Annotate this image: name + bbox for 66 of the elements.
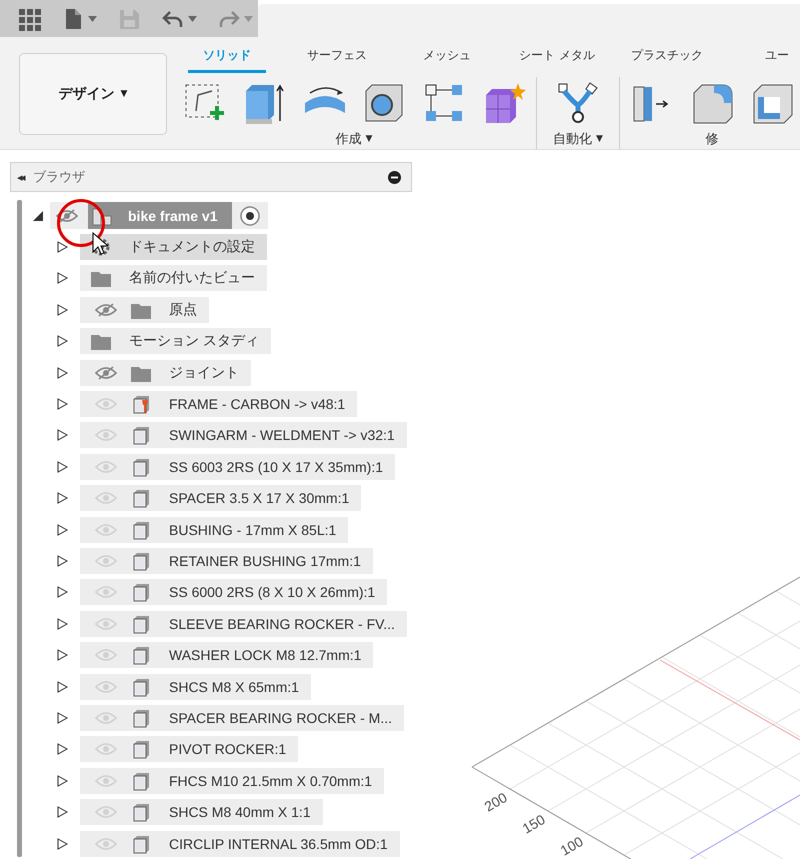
browser-node[interactable]: モーション スタディ <box>80 328 271 354</box>
tool-group-menu[interactable]: 作成 ▼ <box>330 128 378 149</box>
browser-node[interactable]: CIRCLIP INTERNAL 36.5mm OD:1 <box>80 830 400 856</box>
browser-node[interactable]: ジョイント <box>80 360 251 386</box>
collapsed-arrow-icon[interactable] <box>56 398 68 410</box>
collapsed-arrow-icon[interactable] <box>56 460 68 473</box>
browser-node[interactable]: SS 6000 2RS (8 X 10 X 26mm):1 <box>80 579 388 606</box>
workspace-dropdown[interactable]: デザイン ▼ <box>19 53 167 135</box>
ribbon-tab[interactable]: メッシュ <box>392 46 502 73</box>
collapsed-arrow-icon[interactable] <box>56 492 68 504</box>
automation-tool[interactable] <box>556 80 600 125</box>
browser-node[interactable]: SWINGARM - WELDMENT -> v32:1 <box>80 422 407 448</box>
browser-node[interactable]: SPACER BEARING ROCKER - M... <box>80 704 404 731</box>
browser-node[interactable]: WASHER LOCK M8 12.7mm:1 <box>80 642 374 668</box>
browser-node[interactable]: FHCS M10 21.5mm X 0.70mm:1 <box>80 768 384 794</box>
browser-node[interactable]: SPACER 3.5 X 17 X 30mm:1 <box>80 485 362 512</box>
hidden-eye-icon[interactable] <box>94 302 118 317</box>
assembly-icon <box>92 206 114 226</box>
minimize-icon[interactable] <box>388 170 401 184</box>
ribbon-tab[interactable]: ユー <box>722 46 800 73</box>
collapsed-arrow-icon[interactable] <box>56 712 68 724</box>
browser-node[interactable]: SHCS M8 X 65mm:1 <box>80 674 311 700</box>
browser-node[interactable]: SS 6003 2RS (10 X 17 X 35mm):1 <box>80 454 395 480</box>
browser-node[interactable]: PIVOT ROCKER:1 <box>80 736 298 762</box>
collapsed-arrow-icon[interactable] <box>56 838 68 850</box>
collapsed-arrow-icon[interactable] <box>56 272 68 284</box>
collapsed-arrow-icon[interactable] <box>56 366 68 379</box>
ribbon-tab[interactable]: シート メタル <box>502 46 612 73</box>
hidden-eye-icon[interactable] <box>55 208 79 223</box>
browser-node[interactable]: SHCS M8 40mm X 1:1 <box>80 799 323 826</box>
collapsed-arrow-icon[interactable] <box>56 743 68 756</box>
axis-label: 150 <box>520 811 548 837</box>
browser-node[interactable]: 原点 <box>80 296 209 323</box>
browser-node[interactable]: RETAINER BUSHING 17mm:1 <box>80 548 373 574</box>
mouse-cursor-icon <box>92 232 108 256</box>
browser-node[interactable]: FRAME - CARBON -> v48:1 <box>80 391 358 418</box>
tool-group-menu[interactable]: 修 <box>699 128 724 149</box>
collapsed-arrow-icon[interactable] <box>56 524 68 536</box>
panel-title: ブラウザ <box>33 169 86 186</box>
browser-node[interactable]: BUSHING - 17mm X 85L:1 <box>80 516 348 543</box>
automation-icon <box>556 80 600 125</box>
collapsed-arrow-icon[interactable] <box>56 241 68 254</box>
collapsed-arrow-icon[interactable] <box>56 304 68 316</box>
hidden-eye-icon[interactable] <box>94 366 118 380</box>
collapsed-arrow-icon[interactable] <box>56 554 68 567</box>
axis-label: 100 <box>558 833 586 859</box>
expanded-arrow-icon[interactable] <box>32 210 44 222</box>
ribbon-tab[interactable]: サーフェス <box>282 46 392 73</box>
collapsed-arrow-icon[interactable] <box>56 680 68 693</box>
grid-icon <box>17 6 41 30</box>
collapsed-arrow-icon[interactable] <box>56 618 68 630</box>
tool-group-menu[interactable]: 自動化 ▼ <box>547 128 609 149</box>
browser-node[interactable]: 名前の付いたビュー <box>80 265 267 292</box>
root-component-name: bike frame v1 <box>128 208 218 224</box>
active-radio[interactable] <box>240 206 260 226</box>
browser-node[interactable]: SLEEVE BEARING ROCKER - FV... <box>80 610 407 637</box>
axis-label: 200 <box>482 789 510 815</box>
browser-node[interactable]: ドキュメントの設定 <box>80 234 267 260</box>
collapsed-arrow-icon[interactable] <box>56 335 68 348</box>
collapsed-arrow-icon[interactable] <box>56 586 68 598</box>
collapsed-arrow-icon[interactable] <box>56 806 68 818</box>
collapsed-arrow-icon[interactable] <box>56 649 68 662</box>
collapsed-arrow-icon[interactable] <box>56 774 68 787</box>
ribbon-tab[interactable]: プラスチック <box>612 46 722 73</box>
collapsed-arrow-icon[interactable] <box>56 429 68 442</box>
collapse-button[interactable]: ◂◂ <box>17 170 23 184</box>
